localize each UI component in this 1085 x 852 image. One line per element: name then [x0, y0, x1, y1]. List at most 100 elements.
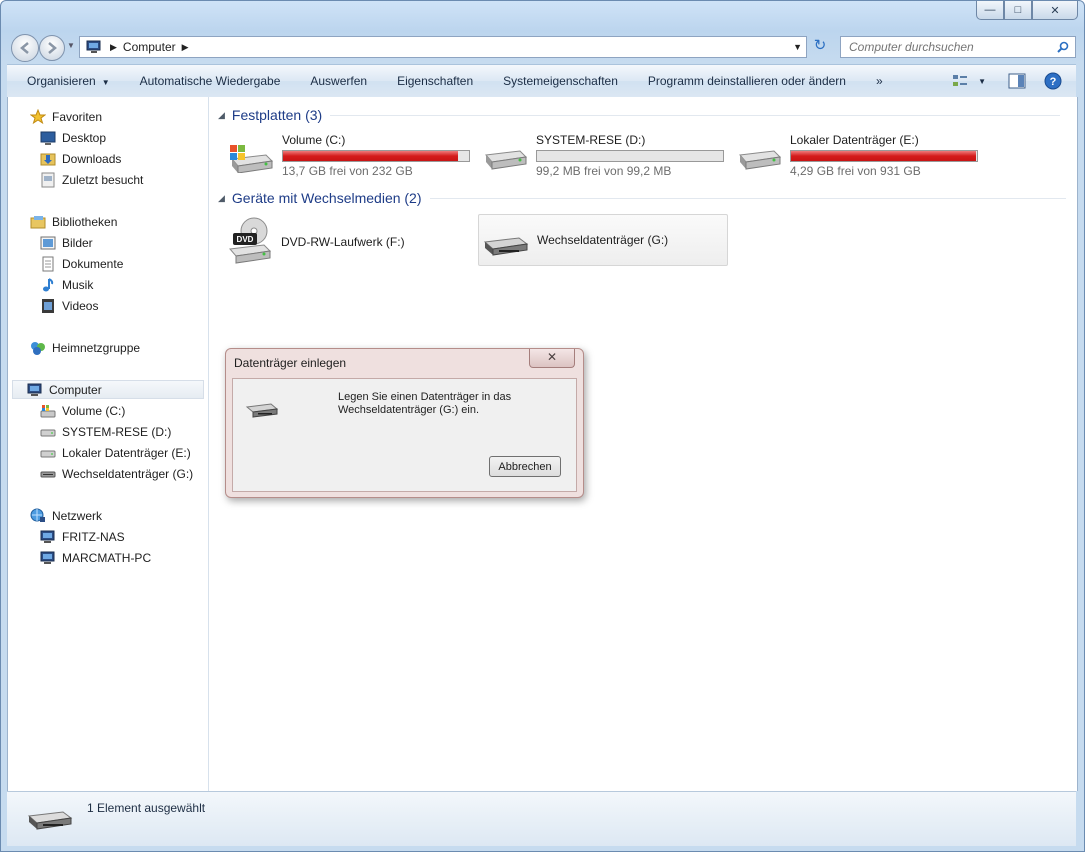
nav-computer[interactable]: Computer: [12, 380, 204, 399]
collapse-triangle-icon[interactable]: ◢: [218, 193, 225, 204]
nav-item-label: SYSTEM-RESE (D:): [62, 424, 172, 439]
breadcrumb-separator-icon[interactable]: ▶: [182, 42, 189, 53]
star-icon: [30, 108, 46, 124]
nav-item-videos[interactable]: Videos: [40, 296, 98, 315]
recent-pages-dropdown[interactable]: ▼: [67, 41, 75, 50]
libraries-icon: [30, 215, 46, 228]
search-icon[interactable]: [1057, 41, 1069, 53]
drive-name: Lokaler Datenträger (E:): [790, 133, 919, 147]
dialog-body: Legen Sie einen Datenträger in das Wechs…: [232, 378, 577, 492]
cancel-button[interactable]: Abbrechen: [489, 456, 561, 477]
drive-tile-d[interactable]: SYSTEM-RESE (D:) 99,2 MB frei von 99,2 M…: [480, 133, 724, 178]
hard-drive-icon: [739, 150, 782, 170]
nav-item-music[interactable]: Musik: [40, 275, 93, 294]
details-pane: 1 Element ausgewählt: [7, 791, 1076, 846]
drive-tile-e[interactable]: Lokaler Datenträger (E:) 4,29 GB frei vo…: [734, 133, 978, 178]
group-divider: [429, 197, 1066, 199]
nav-favorites[interactable]: Favoriten: [30, 107, 102, 126]
computer-icon: [86, 40, 101, 53]
group-divider: [330, 114, 1061, 116]
network-computer-icon: [40, 530, 55, 543]
nav-item-drive-e[interactable]: Lokaler Datenträger (E:): [40, 443, 191, 462]
nav-network[interactable]: Netzwerk: [30, 506, 102, 525]
organize-label: Organisieren: [27, 74, 96, 88]
search-box[interactable]: [840, 36, 1076, 58]
windows-drive-icon: [230, 145, 274, 173]
pictures-icon: [40, 236, 56, 249]
nav-item-desktop[interactable]: Desktop: [40, 128, 106, 147]
windows-drive-icon: [40, 404, 56, 417]
caption-buttons: — □ ✕: [976, 1, 1078, 20]
nav-homegroup-label: Heimnetzgruppe: [52, 340, 141, 355]
organize-menu[interactable]: Organisieren ▼: [7, 74, 125, 88]
close-button[interactable]: ✕: [1032, 1, 1078, 20]
refresh-icon[interactable]: ↻: [809, 36, 831, 58]
nav-item-documents[interactable]: Dokumente: [40, 254, 123, 273]
system-properties-button[interactable]: Systemeigenschaften: [488, 74, 633, 88]
drive-info: Lokaler Datenträger (E:) 4,29 GB frei vo…: [790, 133, 978, 178]
address-bar[interactable]: ▶ Computer ▶ ▼: [79, 36, 807, 58]
usage-bar: [790, 150, 978, 162]
videos-icon: [42, 298, 54, 313]
eject-button[interactable]: Auswerfen: [295, 74, 382, 88]
group-header-removable[interactable]: ◢ Geräte mit Wechselmedien (2): [218, 190, 1066, 206]
back-button[interactable]: [11, 34, 39, 62]
nav-item-label: Lokaler Datenträger (E:): [62, 445, 191, 460]
forward-arrow-icon: [48, 42, 57, 54]
removable-drive-icon: [483, 237, 529, 256]
address-history-dropdown[interactable]: ▼: [793, 42, 802, 52]
dvd-drive-icon: DVD: [229, 217, 272, 264]
close-icon: ✕: [546, 350, 558, 364]
drive-tile-g[interactable]: Wechseldatenträger (G:): [478, 214, 728, 266]
downloads-folder-icon: [40, 153, 56, 165]
drive-name: DVD-RW-Laufwerk (F:): [281, 235, 405, 249]
nav-item-fritz-nas[interactable]: FRITZ-NAS: [40, 527, 125, 546]
drive-info: Volume (C:) 13,7 GB frei von 232 GB: [282, 133, 470, 178]
command-bar: Organisieren ▼ Automatische Wiedergabe Au…: [7, 64, 1076, 98]
autoplay-button[interactable]: Automatische Wiedergabe: [125, 74, 296, 88]
nav-item-marcmath-pc[interactable]: MARCMATH-PC: [40, 548, 151, 567]
drive-tile-c[interactable]: Volume (C:) 13,7 GB frei von 232 GB: [226, 133, 470, 178]
insert-disk-dialog: Datenträger einlegen ✕ Legen Sie einen D…: [225, 348, 584, 498]
preview-pane-icon[interactable]: [1008, 73, 1026, 89]
nav-item-pictures[interactable]: Bilder: [40, 233, 93, 252]
nav-item-downloads[interactable]: Downloads: [40, 149, 121, 168]
drive-tile-f[interactable]: DVD DVD-RW-Laufwerk (F:): [224, 215, 464, 265]
search-input[interactable]: [847, 39, 1051, 55]
svg-text:DVD: DVD: [237, 235, 254, 244]
music-icon: [43, 277, 54, 291]
change-view-icon[interactable]: [952, 74, 968, 88]
group-header-hard-disks[interactable]: ◢ Festplatten (3): [218, 107, 1061, 123]
nav-homegroup[interactable]: Heimnetzgruppe: [30, 338, 140, 357]
drive-free-space: 13,7 GB frei von 232 GB: [282, 164, 413, 178]
toolbar-overflow-button[interactable]: »: [861, 74, 898, 88]
nav-item-drive-c[interactable]: Volume (C:): [40, 401, 125, 420]
network-icon: [30, 508, 45, 522]
view-dropdown-icon[interactable]: ▼: [978, 77, 986, 86]
drive-free-space: 4,29 GB frei von 931 GB: [790, 164, 921, 178]
nav-libraries[interactable]: Bibliotheken: [30, 212, 117, 231]
nav-item-label: Dokumente: [62, 256, 124, 271]
nav-item-label: FRITZ-NAS: [62, 529, 125, 544]
nav-item-recent[interactable]: Zuletzt besucht: [40, 170, 143, 189]
drive-name: Wechseldatenträger (G:): [537, 233, 669, 247]
collapse-triangle-icon[interactable]: ◢: [218, 110, 225, 121]
dialog-close-button[interactable]: ✕: [529, 349, 575, 368]
drive-info: SYSTEM-RESE (D:) 99,2 MB frei von 99,2 M…: [536, 133, 724, 178]
uninstall-program-button[interactable]: Programm deinstallieren oder ändern: [633, 74, 861, 88]
dialog-message: Legen Sie einen Datenträger in das Wechs…: [338, 391, 512, 416]
nav-computer-label: Computer: [49, 382, 102, 397]
help-icon[interactable]: ?: [1044, 72, 1062, 90]
usage-bar-fill: [791, 151, 977, 161]
forward-button[interactable]: [39, 35, 65, 61]
properties-button[interactable]: Eigenschaften: [382, 74, 488, 88]
maximize-button[interactable]: □: [1004, 1, 1032, 20]
breadcrumb-computer[interactable]: Computer: [123, 40, 176, 54]
nav-item-drive-d[interactable]: SYSTEM-RESE (D:): [40, 422, 171, 441]
view-controls: ▼ ?: [952, 72, 1062, 90]
minimize-button[interactable]: —: [976, 1, 1004, 20]
nav-item-label: MARCMATH-PC: [62, 550, 152, 565]
breadcrumb-separator-icon[interactable]: ▶: [110, 42, 117, 53]
dialog-title: Datenträger einlegen: [234, 356, 347, 370]
nav-item-drive-g[interactable]: Wechseldatenträger (G:): [40, 464, 193, 483]
